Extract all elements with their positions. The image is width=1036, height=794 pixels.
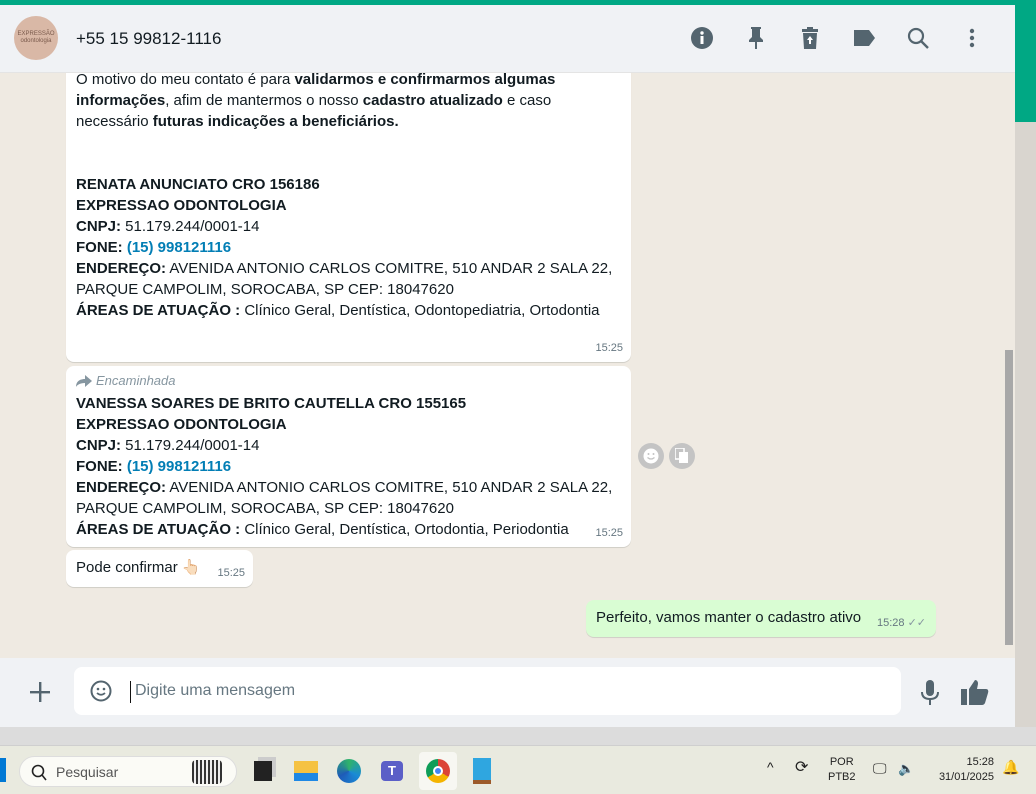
label-icon[interactable] bbox=[851, 25, 877, 51]
forwarded-label: Encaminhada bbox=[76, 370, 621, 391]
chat-header: EXPRESSÃO odontologia +55 15 99812-1116 bbox=[0, 5, 1015, 73]
react-emoji-button[interactable] bbox=[638, 443, 664, 469]
show-hidden-icons[interactable]: ^ bbox=[767, 760, 774, 775]
contact-name[interactable]: +55 15 99812-1116 bbox=[76, 29, 221, 49]
scrollbar-thumb[interactable] bbox=[1005, 350, 1013, 645]
phone-link[interactable]: (15) 998121116 bbox=[127, 458, 231, 475]
search-icon bbox=[31, 764, 47, 781]
areas: Clínico Geral, Dentística, Ortodontia, P… bbox=[240, 521, 569, 538]
company: EXPRESSAO ODONTOLOGIA bbox=[76, 416, 287, 433]
phone-link[interactable]: (15) 998121116 bbox=[127, 239, 231, 256]
search-icon[interactable] bbox=[905, 25, 931, 51]
edge-icon[interactable] bbox=[333, 755, 365, 787]
message-incoming-forwarded: Encaminhada VANESSA SOARES DE BRITO CAUT… bbox=[66, 366, 631, 547]
cnpj: 51.179.244/0001-14 bbox=[121, 218, 260, 235]
cnpj: 51.179.244/0001-14 bbox=[121, 437, 260, 454]
copy-button[interactable] bbox=[669, 443, 695, 469]
message-time: 15:25 bbox=[595, 342, 623, 354]
pin-icon[interactable] bbox=[743, 25, 769, 51]
areas: Clínico Geral, Dentística, Odontopediatr… bbox=[240, 302, 600, 319]
file-explorer-icon[interactable] bbox=[290, 755, 322, 787]
message-incoming: O motivo do meu contato é para validarmo… bbox=[66, 73, 631, 362]
message-time: 15:25 bbox=[595, 527, 623, 539]
desktop-background bbox=[0, 727, 1036, 745]
smiley-icon bbox=[643, 448, 659, 464]
taskbar-search[interactable]: Pesquisar bbox=[19, 756, 237, 787]
start-button[interactable] bbox=[0, 758, 6, 782]
windows-taskbar: Pesquisar T ^ ⟳ POR PTB2 🖵 🔈 15:28 31/01/2… bbox=[0, 745, 1036, 794]
network-icon[interactable]: 🖵 bbox=[873, 761, 887, 776]
background-strip bbox=[1015, 0, 1036, 122]
message-time: 15:25 bbox=[217, 567, 245, 579]
message-outgoing: Perfeito, vamos manter o cadastro ativo … bbox=[586, 600, 936, 637]
read-receipt-icon: ✓✓ bbox=[907, 617, 926, 629]
menu-icon[interactable] bbox=[959, 25, 985, 51]
forward-icon bbox=[76, 374, 92, 387]
whatsapp-window: EXPRESSÃO odontologia +55 15 99812-1116 … bbox=[0, 5, 1015, 727]
scrollbar[interactable] bbox=[1005, 73, 1013, 658]
delete-icon[interactable] bbox=[797, 25, 823, 51]
chrome-icon[interactable] bbox=[419, 752, 457, 790]
thumbs-up-icon[interactable] bbox=[961, 679, 989, 705]
company: EXPRESSAO ODONTOLOGIA bbox=[76, 197, 287, 214]
notification-icon[interactable]: 🔔 bbox=[1002, 760, 1019, 775]
message-time: 15:28 ✓✓ bbox=[876, 617, 926, 629]
dentist-name: RENATA ANUNCIATO CRO 156186 bbox=[76, 176, 320, 193]
language-indicator[interactable]: POR PTB2 bbox=[828, 755, 856, 785]
composer: Digite uma mensagem bbox=[0, 658, 1015, 727]
message-input[interactable]: Digite uma mensagem bbox=[130, 681, 295, 703]
notepad-icon[interactable] bbox=[466, 755, 498, 787]
info-icon[interactable] bbox=[689, 25, 715, 51]
message-incoming: Pode confirmar 👆🏻 15:25 bbox=[66, 550, 253, 587]
volume-icon[interactable]: 🔈 bbox=[898, 761, 914, 776]
zebra-image bbox=[192, 760, 222, 784]
microphone-icon[interactable] bbox=[920, 680, 940, 706]
attach-plus-icon[interactable] bbox=[26, 678, 54, 706]
clock[interactable]: 15:28 31/01/2025 bbox=[928, 755, 994, 785]
message-text: O motivo do meu contato é para validarmo… bbox=[76, 73, 556, 130]
copy-icon bbox=[675, 448, 688, 463]
message-text: Perfeito, vamos manter o cadastro ativo bbox=[596, 609, 862, 626]
teams-icon[interactable]: T bbox=[376, 755, 408, 787]
sticker-icon[interactable] bbox=[90, 680, 112, 702]
task-view-icon[interactable] bbox=[247, 755, 279, 787]
dentist-name: VANESSA SOARES DE BRITO CAUTELLA CRO 155… bbox=[76, 395, 467, 412]
sync-icon[interactable]: ⟳ bbox=[795, 760, 808, 776]
message-input-box[interactable]: Digite uma mensagem bbox=[74, 667, 901, 715]
avatar[interactable]: EXPRESSÃO odontologia bbox=[14, 16, 58, 60]
message-list: O motivo do meu contato é para validarmo… bbox=[0, 73, 1015, 658]
message-text: Pode confirmar 👆🏻 bbox=[76, 559, 201, 576]
